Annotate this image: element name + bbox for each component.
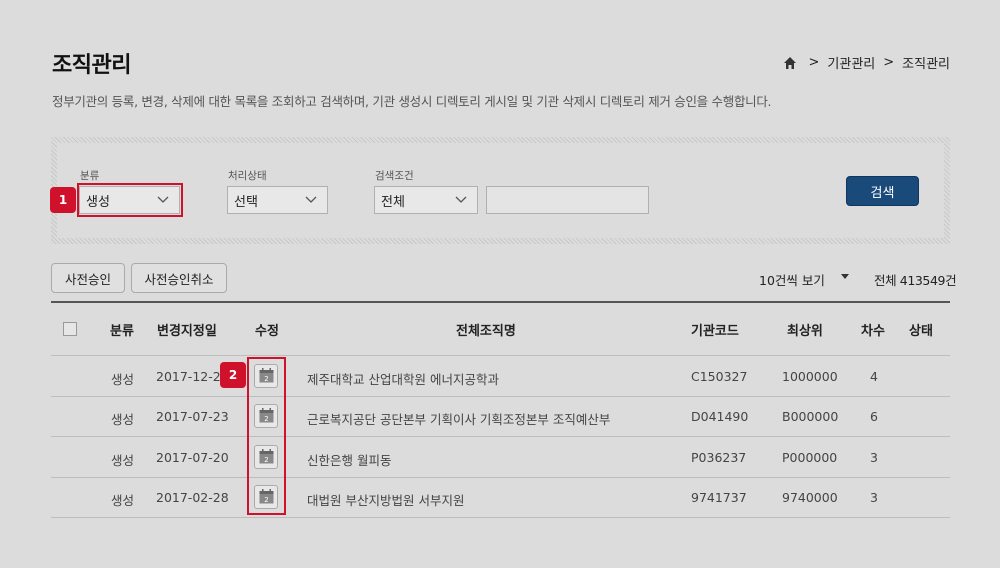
cell-org-code: P036237	[691, 450, 747, 465]
total-count: 전체 413549건	[874, 273, 957, 288]
status-select-value: 선택	[234, 194, 258, 210]
per-page-select[interactable]: 10건씩 보기	[759, 270, 825, 289]
cell-category: 생성	[111, 493, 135, 508]
step-marker-2: 2	[220, 362, 246, 388]
cell-date: 2017-12-2	[156, 369, 221, 384]
breadcrumb: > 기관관리 > 조직관리	[783, 53, 950, 72]
row-divider	[51, 477, 950, 478]
breadcrumb-item-org-admin[interactable]: 기관관리	[827, 53, 875, 72]
page-description: 정부기관의 등록, 변경, 삭제에 대한 목록을 조회하고 검색하며, 기관 생…	[52, 94, 772, 109]
cell-top-code: 9740000	[782, 490, 838, 505]
cell-date: 2017-02-28	[156, 490, 229, 505]
category-label: 분류	[80, 170, 100, 182]
condition-select[interactable]: 전체	[374, 186, 478, 214]
cell-date: 2017-07-20	[156, 450, 229, 465]
row-divider	[51, 396, 950, 397]
cell-top-code: P000000	[782, 450, 838, 465]
header-degree: 차수	[861, 324, 885, 339]
cell-top-code: B000000	[782, 409, 839, 424]
cell-category: 생성	[111, 412, 135, 427]
header-change-date: 변경지정일	[157, 324, 217, 339]
cell-org-code: 9741737	[691, 490, 747, 505]
cell-category: 생성	[111, 453, 135, 468]
cell-category: 생성	[111, 372, 135, 387]
cell-org-name: 제주대학교 산업대학원 에너지공학과	[307, 372, 499, 387]
pre-approve-button[interactable]: 사전승인	[51, 263, 125, 293]
condition-select-value: 전체	[381, 194, 405, 210]
cell-degree: 4	[870, 369, 878, 384]
header-edit: 수정	[255, 324, 279, 339]
step-marker-1: 1	[50, 187, 76, 213]
row-divider	[51, 355, 950, 356]
cell-org-name: 신한은행 월피동	[307, 453, 392, 468]
highlight-box-edit-column	[247, 357, 286, 515]
header-top-code: 최상위	[787, 324, 823, 339]
chevron-down-icon	[455, 196, 467, 203]
home-icon[interactable]	[783, 56, 797, 70]
highlight-box-category	[77, 183, 183, 217]
status-label: 처리상태	[228, 170, 267, 182]
chevron-down-icon	[305, 196, 317, 203]
header-category: 분류	[110, 324, 134, 339]
caret-down-icon[interactable]	[841, 274, 849, 279]
cell-org-name: 근로복지공단 공단본부 기획이사 기획조정본부 조직예산부	[307, 412, 611, 427]
pre-approve-cancel-button[interactable]: 사전승인취소	[131, 263, 227, 293]
cell-degree: 3	[870, 450, 878, 465]
breadcrumb-item-org-manage[interactable]: 조직관리	[902, 53, 950, 72]
search-button[interactable]: 검색	[846, 176, 919, 206]
cell-degree: 6	[870, 409, 878, 424]
header-org-code: 기관코드	[691, 324, 739, 339]
row-divider	[51, 436, 950, 437]
cell-org-name: 대법원 부산지방법원 서부지원	[307, 493, 465, 508]
cell-org-code: D041490	[691, 409, 749, 424]
cell-degree: 3	[870, 490, 878, 505]
row-divider	[51, 517, 950, 518]
breadcrumb-separator: >	[808, 55, 820, 70]
select-all-checkbox[interactable]	[63, 322, 77, 336]
condition-label: 검색조건	[375, 170, 414, 182]
breadcrumb-separator: >	[883, 55, 895, 70]
header-org-name: 전체조직명	[456, 324, 516, 339]
header-status: 상태	[909, 324, 933, 339]
search-keyword-input[interactable]	[486, 186, 649, 214]
table-top-border	[51, 301, 950, 303]
cell-org-code: C150327	[691, 369, 748, 384]
cell-top-code: 1000000	[782, 369, 838, 384]
cell-date: 2017-07-23	[156, 409, 229, 424]
status-select[interactable]: 선택	[227, 186, 328, 214]
page-title: 조직관리	[52, 53, 131, 78]
